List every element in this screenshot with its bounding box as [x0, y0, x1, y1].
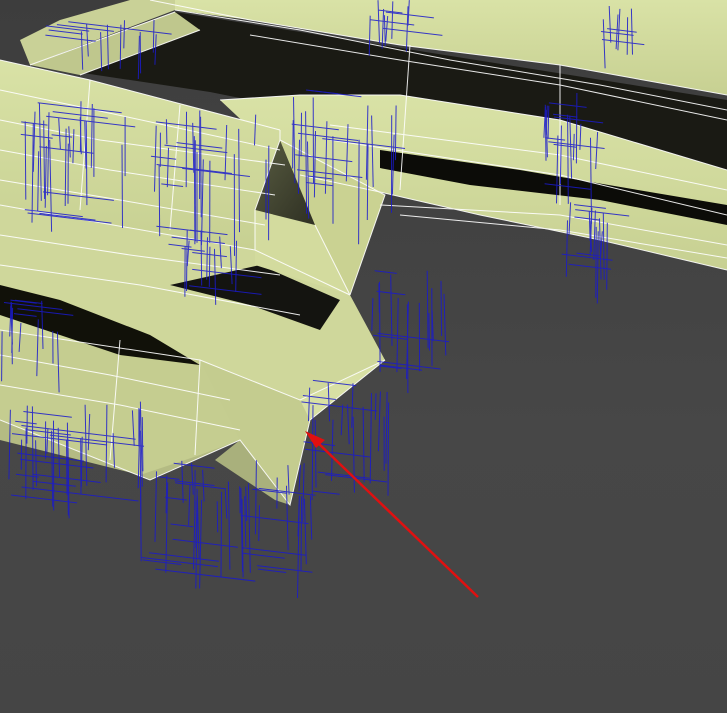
wire-segment	[224, 489, 228, 519]
wire-segment	[21, 486, 139, 502]
wire-segment	[385, 391, 388, 464]
wire-segment	[303, 498, 307, 565]
wire-segment	[377, 360, 441, 370]
wire-segment	[155, 568, 256, 582]
wire-segment	[79, 101, 82, 152]
wire-segment	[11, 302, 13, 365]
wire-segment	[152, 19, 155, 53]
wire-segment	[140, 485, 142, 562]
wire-segment	[374, 270, 397, 274]
wire-segment	[302, 463, 305, 522]
wire-segment	[568, 263, 612, 270]
wire-segment	[258, 505, 260, 542]
wire-segment	[331, 419, 334, 481]
wire-segment	[154, 471, 157, 542]
wire-segment	[31, 406, 34, 491]
wire-segment	[366, 143, 369, 221]
wire-segment	[188, 483, 191, 526]
wire-segment	[317, 471, 370, 479]
wire-segment	[428, 312, 430, 351]
wire-segment	[123, 20, 125, 49]
wire-segment	[576, 252, 601, 257]
wire-segment	[10, 494, 78, 504]
wire-segment	[426, 270, 429, 349]
wire-segment	[606, 222, 608, 290]
wire-segment	[121, 144, 123, 229]
wire-segment	[443, 293, 447, 356]
wire-segment	[314, 419, 317, 488]
wire-segment	[258, 568, 287, 573]
wire-segment	[347, 404, 350, 445]
wire-segment	[311, 405, 314, 501]
wire-segment	[216, 501, 219, 533]
wire-segment	[193, 500, 196, 570]
wire-segment	[394, 105, 397, 161]
wire-segment	[362, 406, 365, 483]
wire-segment	[165, 496, 187, 501]
wire-segment	[305, 448, 370, 458]
wire-segment	[170, 523, 194, 528]
wire-segment	[158, 164, 161, 237]
wire-segment	[119, 24, 122, 69]
wire-segment	[200, 230, 203, 286]
red-arrow-icon	[305, 431, 479, 598]
wire-segment	[200, 116, 202, 218]
wire-segment	[300, 496, 303, 572]
wire-segment	[193, 136, 196, 245]
wire-segment	[340, 404, 344, 436]
wire-segment	[191, 462, 194, 495]
wire-segment	[292, 120, 294, 169]
wire-segment	[440, 280, 443, 337]
wire-segment	[244, 496, 247, 547]
wire-segment	[575, 92, 578, 164]
3d-viewport[interactable]	[0, 0, 727, 713]
wire-segment	[32, 480, 76, 487]
wire-segment	[141, 417, 144, 472]
wire-segment	[66, 439, 68, 495]
mesh-scene	[0, 0, 727, 599]
wire-segment	[141, 557, 218, 568]
wire-segment	[196, 496, 200, 559]
wire-segment	[227, 481, 231, 570]
wire-segment	[547, 105, 550, 139]
wire-segment	[257, 565, 313, 573]
wire-segment	[85, 120, 88, 206]
wire-segment	[247, 483, 251, 573]
wire-segment	[199, 499, 203, 589]
wire-segment	[158, 476, 180, 480]
wire-segment	[561, 253, 613, 261]
wire-segment	[371, 298, 374, 331]
wire-segment	[220, 491, 223, 578]
wire-segment	[298, 464, 301, 492]
wire-segment	[396, 297, 399, 373]
wire-segment	[379, 281, 381, 372]
wire-segment	[374, 393, 377, 420]
wire-segment	[377, 391, 381, 452]
wire-segment	[186, 230, 188, 292]
wire-segment	[567, 114, 569, 204]
wire-segment	[313, 490, 340, 495]
wire-segment	[369, 393, 372, 484]
wire-segment	[387, 402, 390, 496]
wire-segment	[24, 121, 27, 200]
wire-segment	[358, 139, 360, 245]
wire-segment	[208, 246, 211, 287]
wire-segment	[142, 559, 182, 565]
wire-segment	[309, 495, 313, 540]
wire-segment	[172, 538, 238, 548]
